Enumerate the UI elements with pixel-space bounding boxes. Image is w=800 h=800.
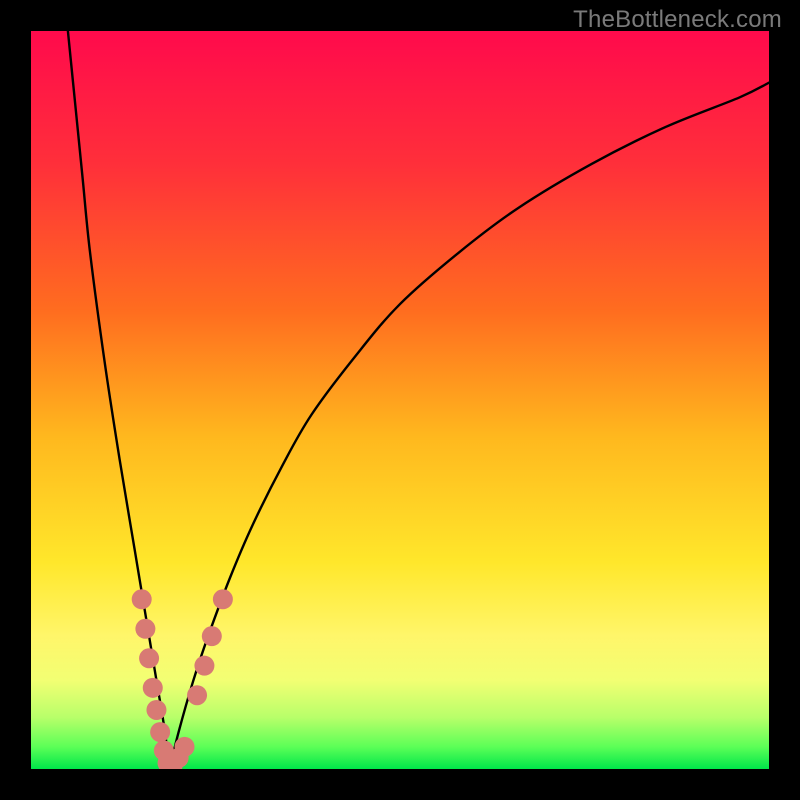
curve-layer [31,31,769,769]
data-marker [139,648,159,668]
plot-area [31,31,769,769]
data-marker [175,737,195,757]
data-marker [146,700,166,720]
data-marker [143,678,163,698]
watermark-text: TheBottleneck.com [573,6,782,34]
data-marker [132,589,152,609]
data-marker [202,626,222,646]
data-marker [150,722,170,742]
chart-frame: TheBottleneck.com [0,0,800,800]
curve-right [170,83,769,769]
data-marker [213,589,233,609]
data-marker [187,685,207,705]
data-marker [194,656,214,676]
data-marker [135,619,155,639]
